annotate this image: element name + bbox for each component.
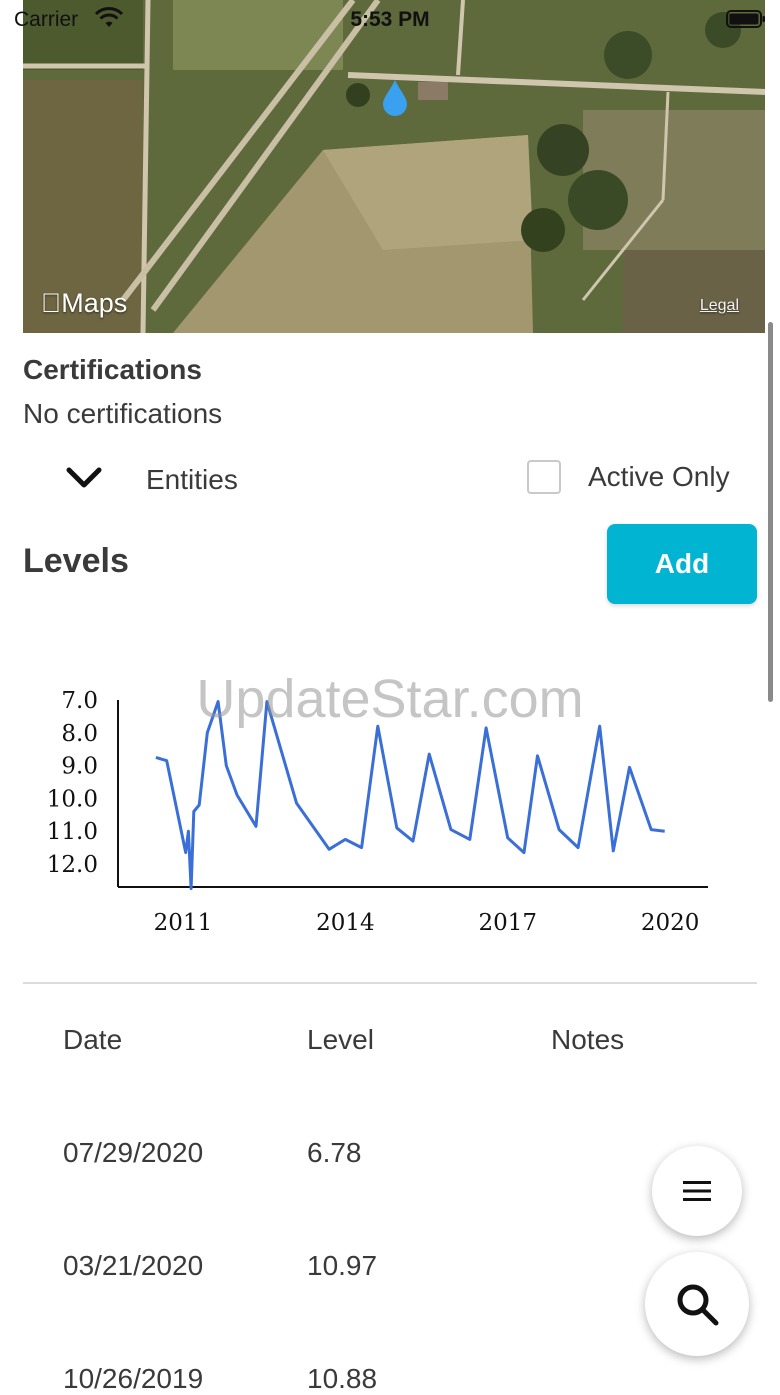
y-tick-label: 12.0 xyxy=(47,852,98,878)
cell-date: 07/29/2020 xyxy=(63,1137,204,1168)
levels-heading: Levels xyxy=(23,542,129,580)
x-tick-label: 2014 xyxy=(316,910,375,936)
menu-button[interactable] xyxy=(652,1146,742,1236)
search-icon xyxy=(677,1284,719,1326)
cell-level: 6.78 xyxy=(307,1137,362,1168)
levels-chart: 7.0 8.0 9.0 10.0 11.0 12.0 2011 2014 2017 2020 xyxy=(47,688,708,936)
x-tick-label: 2011 xyxy=(154,910,213,936)
maps-logo: Maps xyxy=(41,288,127,318)
y-tick-label: 11.0 xyxy=(47,819,98,845)
apple-logo-icon:  xyxy=(41,288,61,318)
clock: 5:53 PM xyxy=(350,8,430,31)
cell-date: 03/21/2020 xyxy=(63,1250,204,1281)
satellite-imagery xyxy=(23,0,765,333)
x-tick-label: 2017 xyxy=(478,910,537,936)
chevron-down-icon[interactable] xyxy=(64,462,104,494)
cell-date: 10/26/2019 xyxy=(63,1363,204,1394)
status-bar: Carrier 5:53 PM xyxy=(0,0,780,40)
hamburger-menu-icon xyxy=(683,1181,711,1201)
cell-level: 10.97 xyxy=(307,1250,378,1281)
y-tick-label: 8.0 xyxy=(61,721,98,747)
y-tick-label: 10.0 xyxy=(47,786,98,812)
add-level-button[interactable]: Add xyxy=(607,524,757,604)
active-only-checkbox[interactable] xyxy=(527,460,561,494)
certifications-heading: Certifications xyxy=(23,354,202,385)
series-line xyxy=(155,700,665,891)
scrollbar[interactable] xyxy=(768,322,773,702)
column-header-level[interactable]: Level xyxy=(307,1024,374,1056)
search-button[interactable] xyxy=(645,1252,749,1356)
cell-level: 10.88 xyxy=(307,1363,378,1394)
entities-label[interactable]: Entities xyxy=(146,464,238,496)
divider xyxy=(23,982,757,984)
column-header-date[interactable]: Date xyxy=(63,1024,122,1056)
certifications-value: No certifications xyxy=(23,398,223,429)
column-header-notes[interactable]: Notes xyxy=(551,1024,624,1056)
active-only-label[interactable]: Active Only xyxy=(588,461,730,493)
battery-icon xyxy=(726,10,765,28)
legal-link[interactable]: Legal xyxy=(700,297,739,315)
y-tick-label: 9.0 xyxy=(61,754,98,780)
x-tick-label: 2020 xyxy=(641,910,700,936)
map-view[interactable]: Maps Legal xyxy=(23,0,765,333)
y-tick-label: 7.0 xyxy=(61,688,98,714)
